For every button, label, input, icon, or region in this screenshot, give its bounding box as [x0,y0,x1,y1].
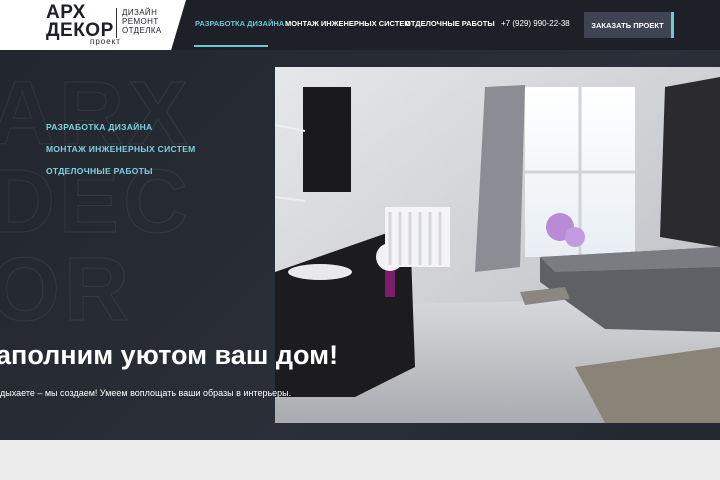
hero-headline: аполним уютом ваш дом! [0,340,339,370]
hero-link-finishing[interactable]: ОТДЕЛОЧНЫЕ РАБОТЫ [46,166,196,176]
logo-tagline: ДИЗАЙН РЕМОНТ ОТДЕЛКА [122,8,162,35]
hero-link-engineering[interactable]: МОНТАЖ ИНЖЕНЕРНЫХ СИСТЕМ [46,144,196,154]
hero-section: ARX DEC OR РАЗРАБОТКА ДИЗАЙНА МОНТАЖ ИНЖЕН… [0,50,720,440]
hero-service-links: РАЗРАБОТКА ДИЗАЙНА МОНТАЖ ИНЖЕНЕРНЫХ СИС… [46,122,196,188]
phone-number[interactable]: +7 (929) 990-22-38 [501,19,570,28]
logo-divider [116,8,117,38]
hero-subheadline: дыхаете – мы создаем! Умеем воплощать ва… [0,388,292,398]
nav-design[interactable]: РАЗРАБОТКА ДИЗАЙНА [195,19,284,28]
nav-active-indicator [194,45,268,47]
order-project-button[interactable]: ЗАКАЗАТЬ ПРОЕКТ [584,12,674,38]
nav-finishing[interactable]: ОТДЕЛОЧНЫЕ РАБОТЫ [405,19,495,28]
logo-wordmark: АРХ ДЕКОР [46,2,114,41]
logo[interactable]: АРХ ДЕКОР проект ДИЗАЙН РЕМОНТ ОТДЕЛКА [0,0,186,50]
logo-subtitle: проект [90,37,121,46]
nav-engineering[interactable]: МОНТАЖ ИНЖЕНЕРНЫХ СИСТЕМ [285,19,411,28]
hero-watermark-decoration: ARX DEC OR [0,64,193,340]
hero-interior-photo [275,67,720,423]
hero-link-design[interactable]: РАЗРАБОТКА ДИЗАЙНА [46,122,196,132]
site-header: АРХ ДЕКОР проект ДИЗАЙН РЕМОНТ ОТДЕЛКА Р… [0,0,720,50]
